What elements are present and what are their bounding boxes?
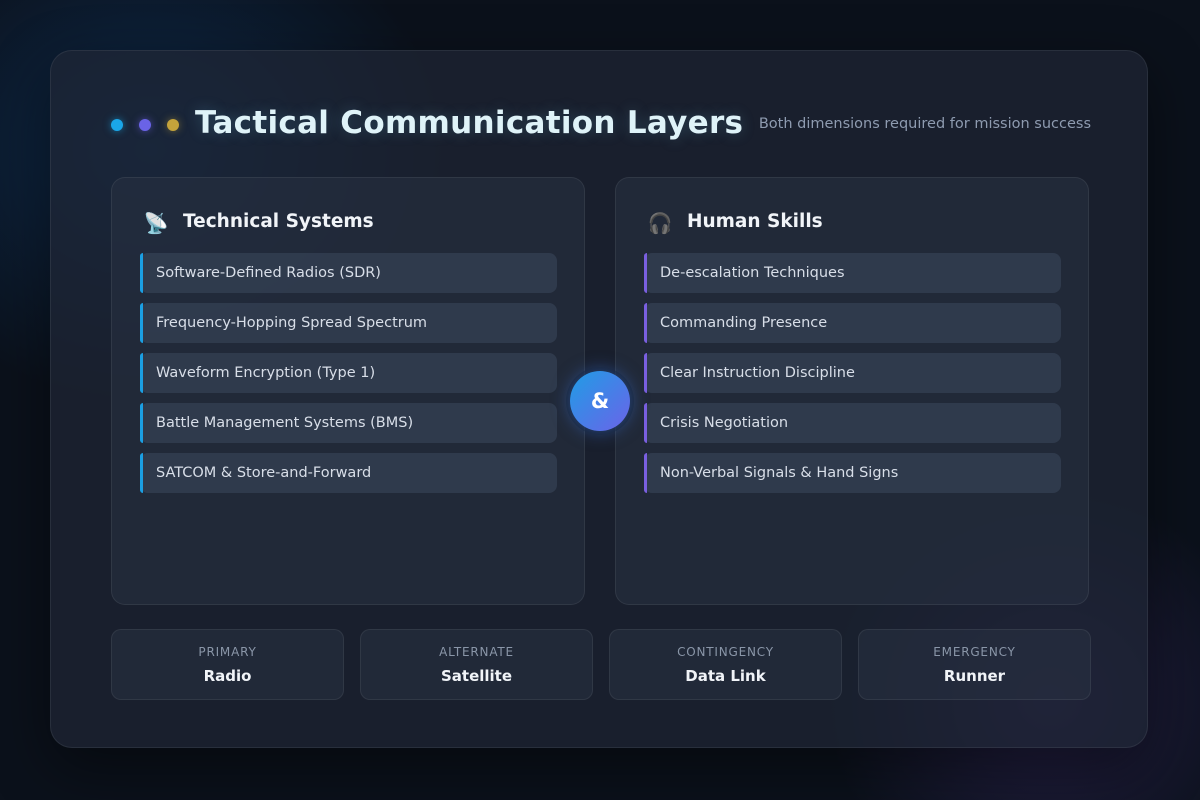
channel-value: Radio — [203, 667, 252, 685]
list-item: De-escalation Techniques — [644, 253, 1061, 293]
channel-contingency: CONTINGENCY Data Link — [609, 629, 842, 700]
pace-channels: PRIMARY Radio ALTERNATE Satellite CONTIN… — [111, 629, 1091, 701]
human-skills-panel: 🎧 Human Skills De-escalation Techniques … — [615, 177, 1089, 605]
satellite-dish-icon: 📡 — [143, 211, 169, 235]
list-item: SATCOM & Store-and-Forward — [140, 453, 557, 493]
channel-label: ALTERNATE — [439, 645, 514, 659]
channel-emergency: EMERGENCY Runner — [858, 629, 1091, 700]
channel-value: Data Link — [685, 667, 766, 685]
page-subtitle: Both dimensions required for mission suc… — [758, 116, 1091, 132]
indicator-dot-blue — [111, 119, 123, 131]
technical-items-list: Software-Defined Radios (SDR) Frequency-… — [140, 253, 557, 503]
channel-value: Runner — [943, 667, 1006, 685]
technical-systems-panel: 📡 Technical Systems Software-Defined Rad… — [111, 177, 585, 605]
list-item: Waveform Encryption (Type 1) — [140, 353, 557, 393]
channel-label: CONTINGENCY — [677, 645, 774, 659]
list-item: Clear Instruction Discipline — [644, 353, 1061, 393]
list-item: Software-Defined Radios (SDR) — [140, 253, 557, 293]
main-card: Tactical Communication Layers Both dimen… — [50, 50, 1148, 748]
ampersand-connector: & — [570, 371, 630, 431]
human-items-list: De-escalation Techniques Commanding Pres… — [644, 253, 1061, 503]
indicator-dot-gold — [167, 119, 179, 131]
indicator-dot-purple — [139, 119, 151, 131]
list-item: Frequency-Hopping Spread Spectrum — [140, 303, 557, 343]
channel-label: PRIMARY — [198, 645, 257, 659]
channel-label: EMERGENCY — [933, 645, 1016, 659]
list-item: Battle Management Systems (BMS) — [140, 403, 557, 443]
list-item: Non-Verbal Signals & Hand Signs — [644, 453, 1061, 493]
list-item: Commanding Presence — [644, 303, 1061, 343]
channel-primary: PRIMARY Radio — [111, 629, 344, 700]
panel-title: Technical Systems — [183, 211, 374, 232]
panel-title: Human Skills — [687, 211, 823, 232]
headphones-icon: 🎧 — [647, 211, 673, 235]
page-title: Tactical Communication Layers — [195, 105, 744, 141]
channel-value: Satellite — [440, 667, 513, 685]
list-item: Crisis Negotiation — [644, 403, 1061, 443]
header: Tactical Communication Layers Both dimen… — [111, 103, 1091, 147]
channel-alternate: ALTERNATE Satellite — [360, 629, 593, 700]
